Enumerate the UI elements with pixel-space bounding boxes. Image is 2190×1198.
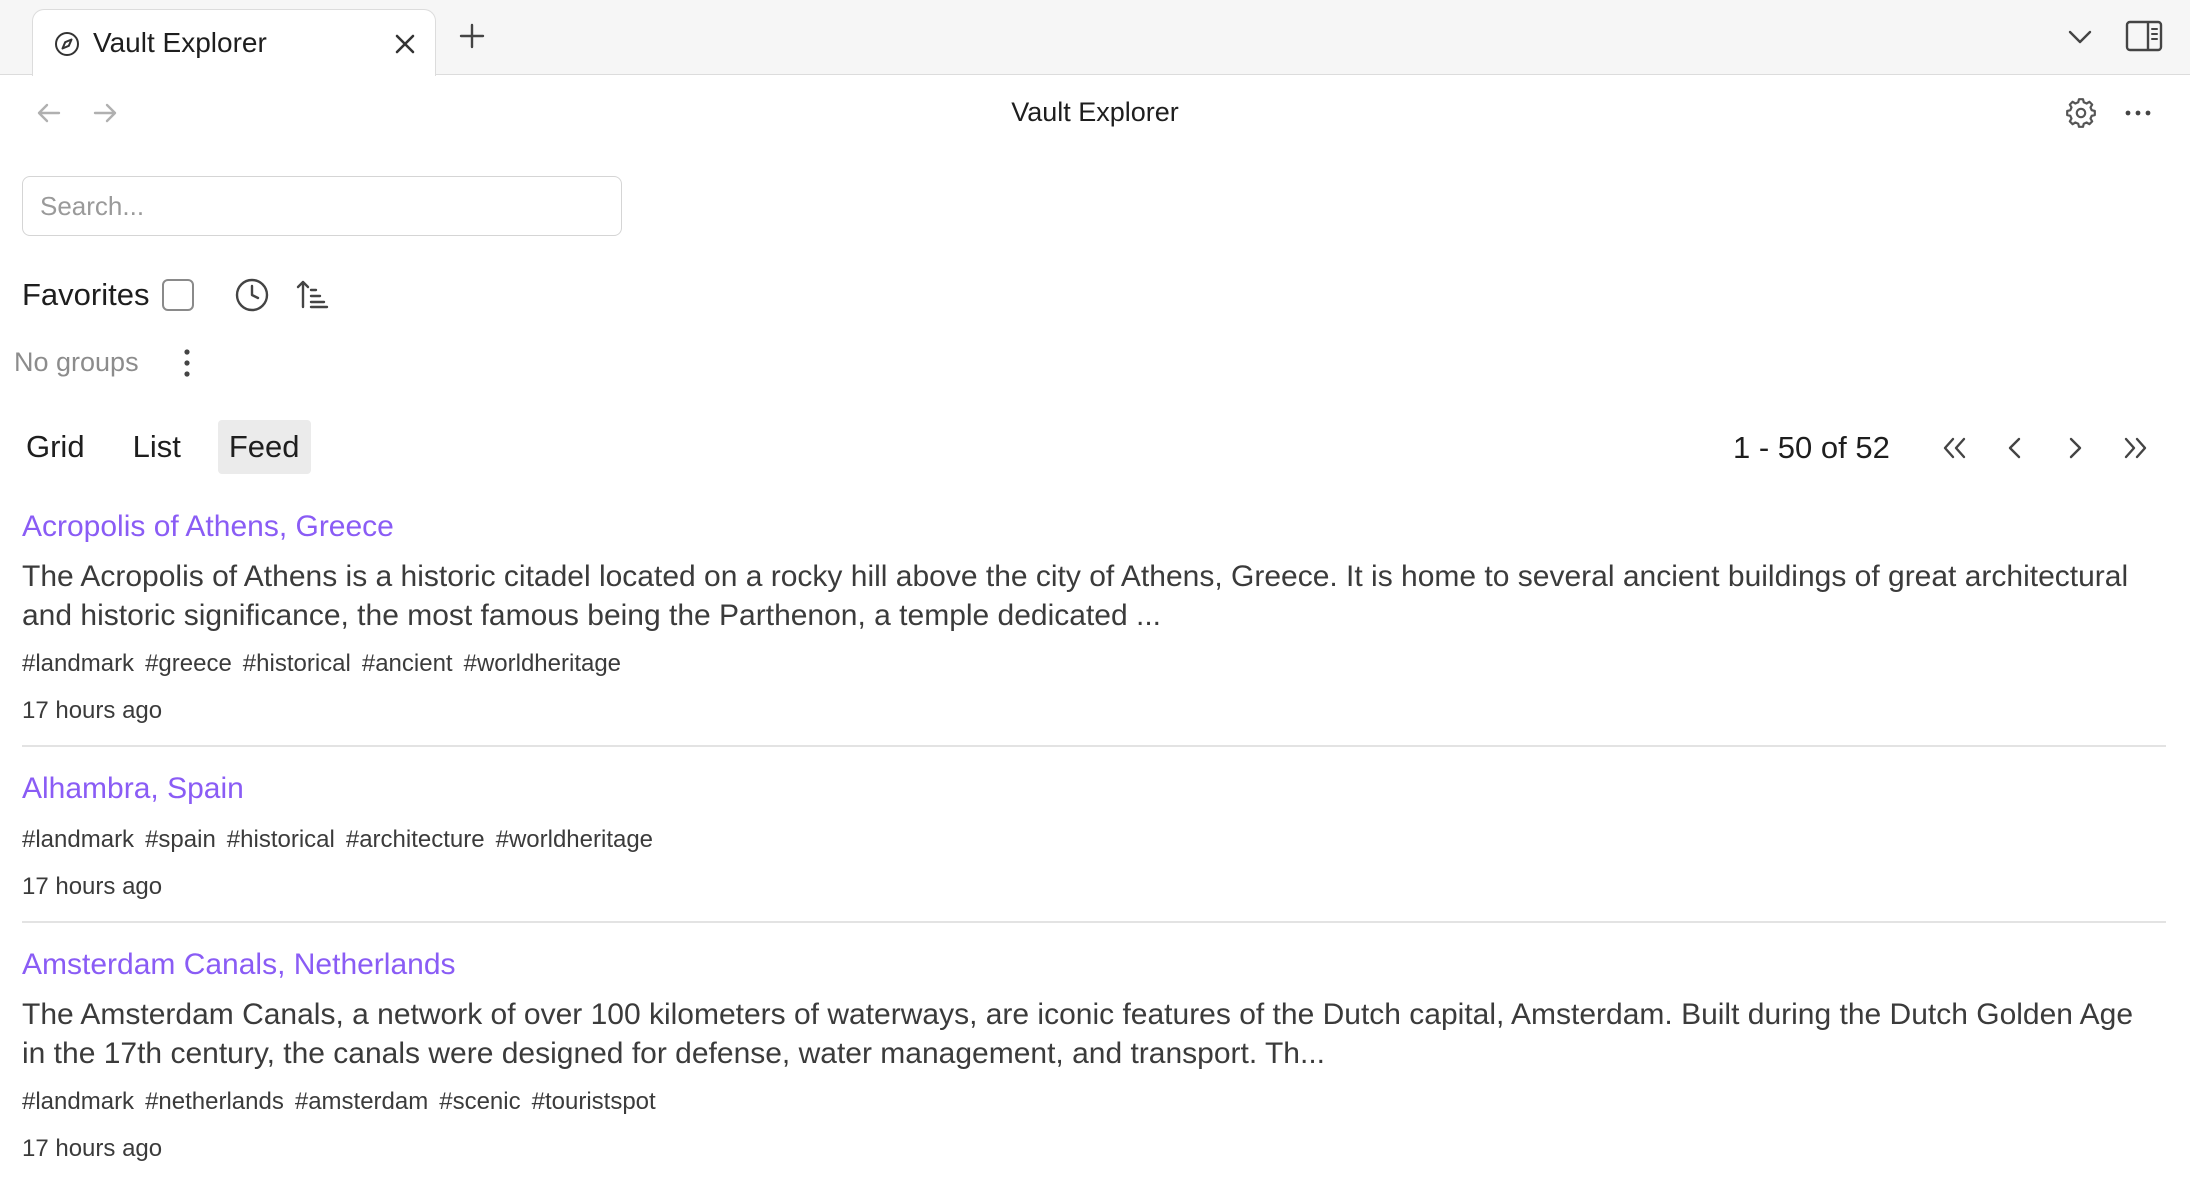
feed-item: Alhambra, Spain #landmark #spain #histor… xyxy=(22,747,2166,923)
sidebar-toggle-icon[interactable] xyxy=(2124,18,2164,54)
tab-list[interactable]: List xyxy=(122,420,192,474)
chevrons-right-icon[interactable] xyxy=(2117,430,2153,466)
plus-icon[interactable] xyxy=(454,18,490,54)
tag[interactable]: #amsterdam xyxy=(295,1085,428,1119)
tag[interactable]: #scenic xyxy=(439,1085,520,1119)
compass-icon xyxy=(52,29,82,59)
feed-list: Acropolis of Athens, Greece The Acropoli… xyxy=(22,505,2166,1183)
feed-item-time: 17 hours ago xyxy=(22,873,163,900)
chevrons-left-icon[interactable] xyxy=(1937,430,1973,466)
view-switcher: Grid List Feed xyxy=(15,420,311,474)
tag[interactable]: #landmark xyxy=(22,823,134,857)
tab-vault-explorer[interactable]: Vault Explorer xyxy=(32,9,436,76)
chevron-right-icon[interactable] xyxy=(2057,430,2093,466)
feed-item-tags: #landmark #greece #historical #ancient #… xyxy=(22,647,2166,681)
no-groups-label: No groups xyxy=(14,347,139,377)
tag[interactable]: #worldheritage xyxy=(464,647,621,681)
sort-ascending-icon[interactable] xyxy=(294,276,332,314)
tag[interactable]: #greece xyxy=(145,647,232,681)
tag[interactable]: #spain xyxy=(145,823,216,857)
tag[interactable]: #worldheritage xyxy=(496,823,653,857)
search-input[interactable] xyxy=(22,176,622,236)
tag[interactable]: #historical xyxy=(243,647,351,681)
tag[interactable]: #touristspot xyxy=(532,1085,656,1119)
view-header: Vault Explorer xyxy=(0,76,2190,148)
gear-icon[interactable] xyxy=(2063,95,2099,131)
close-icon[interactable] xyxy=(387,26,423,62)
tag[interactable]: #historical xyxy=(227,823,335,857)
favorites-label: Favorites xyxy=(22,277,150,312)
feed-item-title[interactable]: Acropolis of Athens, Greece xyxy=(22,505,2166,549)
tab-title: Vault Explorer xyxy=(93,27,267,58)
clock-icon[interactable] xyxy=(232,275,272,315)
tab-strip: Vault Explorer xyxy=(0,0,2190,76)
more-vertical-icon[interactable] xyxy=(170,344,204,382)
tag[interactable]: #landmark xyxy=(22,1085,134,1119)
tab-feed[interactable]: Feed xyxy=(217,420,311,474)
tag[interactable]: #netherlands xyxy=(145,1085,284,1119)
feed-item-title[interactable]: Alhambra, Spain xyxy=(22,767,2166,811)
more-horizontal-icon[interactable] xyxy=(2120,95,2156,131)
tab-grid[interactable]: Grid xyxy=(15,420,96,474)
chevron-down-icon[interactable] xyxy=(2063,20,2097,54)
view-title: Vault Explorer xyxy=(1011,97,1179,127)
feed-item-excerpt: The Acropolis of Athens is a historic ci… xyxy=(22,560,2129,632)
feed-item-time: 17 hours ago xyxy=(22,697,163,724)
favorites-checkbox[interactable] xyxy=(162,279,194,311)
feed-item: Acropolis of Athens, Greece The Acropoli… xyxy=(22,505,2166,747)
feed-item-title[interactable]: Amsterdam Canals, Netherlands xyxy=(22,943,2166,987)
feed-item-excerpt: The Amsterdam Canals, a network of over … xyxy=(22,998,2134,1070)
feed-item-tags: #landmark #spain #historical #architectu… xyxy=(22,823,2166,857)
tag[interactable]: #ancient xyxy=(362,647,453,681)
tag[interactable]: #architecture xyxy=(346,823,485,857)
feed-item: Amsterdam Canals, Netherlands The Amster… xyxy=(22,923,2166,1183)
tag[interactable]: #landmark xyxy=(22,647,134,681)
feed-item-tags: #landmark #netherlands #amsterdam #sceni… xyxy=(22,1085,2166,1119)
chevron-left-icon[interactable] xyxy=(1997,430,2033,466)
pagination-info: 1 - 50 of 52 xyxy=(1733,430,1890,465)
feed-item-time: 17 hours ago xyxy=(22,1135,163,1162)
